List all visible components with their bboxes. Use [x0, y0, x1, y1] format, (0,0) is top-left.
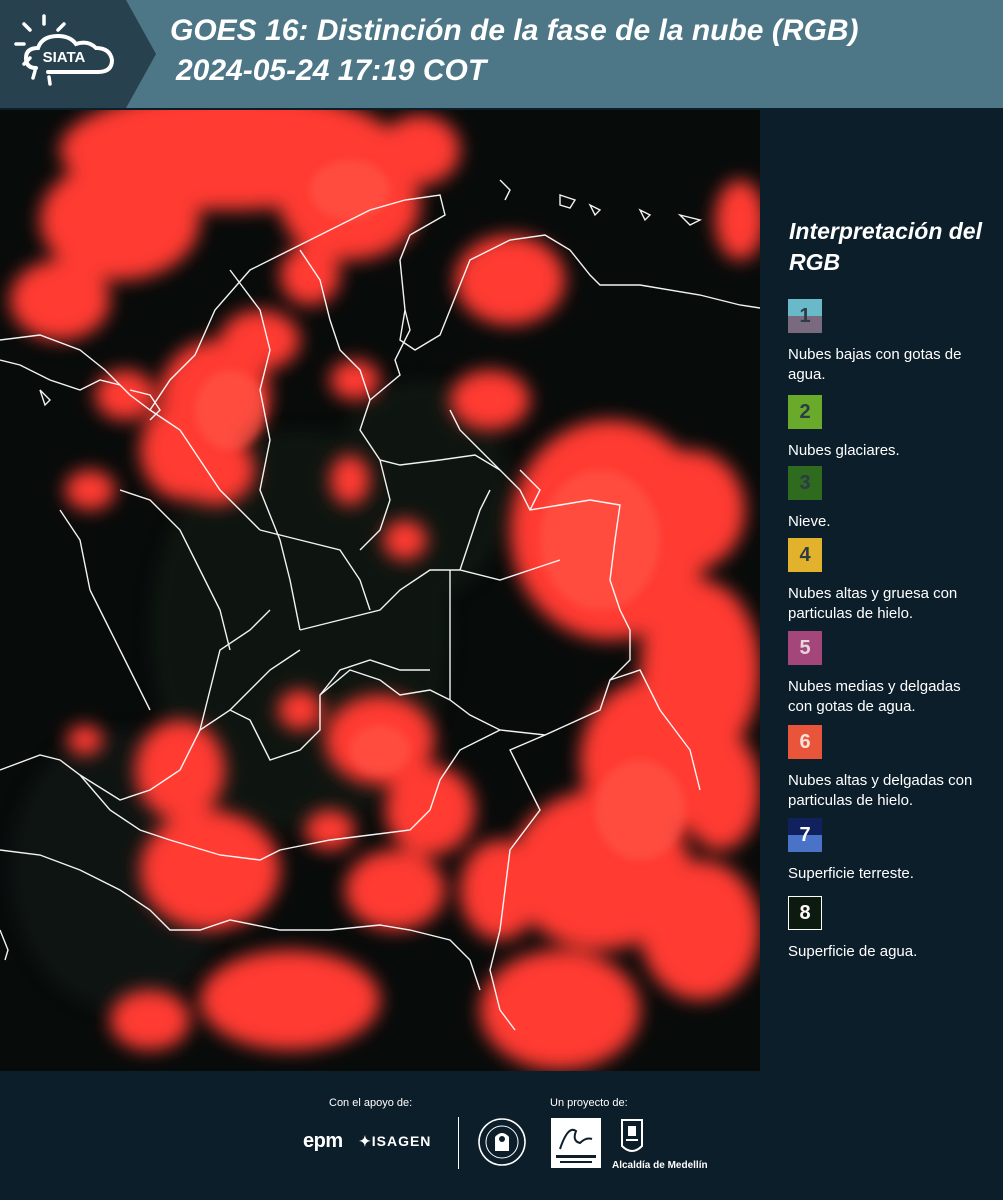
- header-bar: SIATA GOES 16: Distinción de la fase de …: [0, 0, 1003, 108]
- legend-swatch-8: 8: [788, 896, 822, 930]
- legend-label-7: Superficie terreste.: [788, 865, 914, 882]
- university-seal-icon: [478, 1118, 526, 1166]
- legend-swatch-7: 7: [788, 818, 822, 852]
- isagen-logo: ✦ISAGEN: [359, 1133, 432, 1149]
- legend-label-3: Nieve.: [788, 513, 831, 530]
- alcaldia-medellin-logo: [621, 1119, 643, 1152]
- page-title-line1: GOES 16: Distinción de la fase de la nub…: [170, 14, 859, 47]
- footer-divider: [458, 1117, 459, 1169]
- medellin-label: Alcaldía de Medellín: [612, 1160, 708, 1171]
- legend-swatch-2: 2: [788, 395, 822, 429]
- legend-label-8: Superficie de agua.: [788, 943, 918, 960]
- legend-swatch-5: 5: [788, 631, 822, 665]
- area-metropolitana-logo: [551, 1118, 601, 1168]
- legend-label-2: Nubes glaciares.: [788, 442, 900, 459]
- support-label: Con el apoyo de:: [329, 1097, 413, 1109]
- satellite-map[interactable]: [0, 110, 760, 1071]
- legend-swatch-1: 1: [788, 299, 822, 333]
- legend-swatch-6: 6: [788, 725, 822, 759]
- legend-swatch-3: 3: [788, 466, 822, 500]
- legend-label-5: Nubes medias y delgadas con gotas de agu…: [788, 678, 961, 715]
- legend-label-1: Nubes bajas con gotas de agua.: [788, 346, 962, 383]
- legend-label-6: Nubes altas y delgadas con particulas de…: [788, 772, 973, 809]
- project-label: Un proyecto de:: [550, 1097, 628, 1109]
- siata-logo: SIATA: [0, 0, 156, 108]
- svg-text:SIATA: SIATA: [43, 49, 86, 66]
- legend-swatch-4: 4: [788, 538, 822, 572]
- page-title-line2: 2024-05-24 17:19 COT: [176, 54, 487, 87]
- legend-title: Interpretación del RGB: [789, 218, 982, 275]
- legend-label-4: Nubes altas y gruesa con particulas de h…: [788, 585, 958, 622]
- epm-logo: epm: [303, 1130, 343, 1152]
- isagen-mark-icon: ✦: [359, 1133, 372, 1149]
